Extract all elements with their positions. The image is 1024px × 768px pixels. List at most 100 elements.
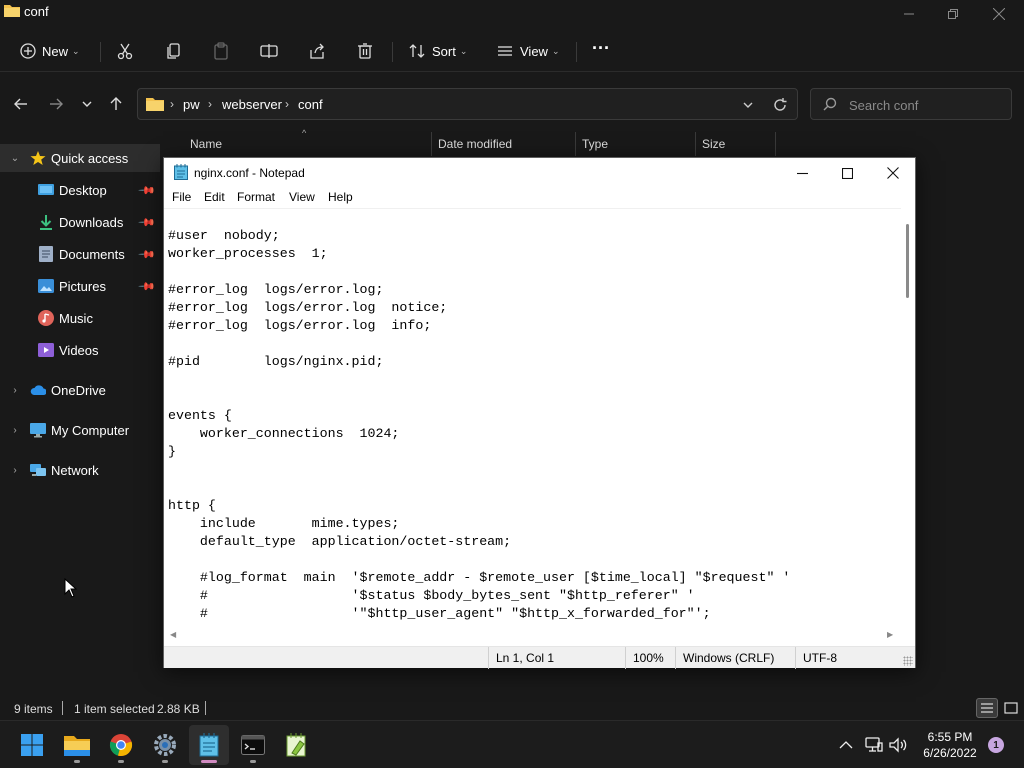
taskbar-chrome[interactable] bbox=[101, 725, 141, 765]
breadcrumb-webserver[interactable]: webserver bbox=[222, 97, 282, 112]
sidebar-item-documents[interactable]: Documents 📌 bbox=[0, 240, 160, 268]
running-indicator bbox=[162, 760, 168, 763]
breadcrumb-pw[interactable]: pw bbox=[183, 97, 200, 112]
column-header-type[interactable]: Type bbox=[576, 132, 696, 156]
menu-edit[interactable]: Edit bbox=[204, 190, 225, 204]
search-input[interactable] bbox=[849, 95, 999, 115]
notification-badge[interactable]: 1 bbox=[988, 737, 1004, 753]
sidebar-item-downloads[interactable]: Downloads 📌 bbox=[0, 208, 160, 236]
breadcrumb-conf[interactable]: conf bbox=[298, 97, 323, 112]
wired-network-icon bbox=[865, 737, 883, 752]
column-header-size[interactable]: Size bbox=[696, 132, 776, 156]
notepad-menu-bar: File Edit Format View Help bbox=[164, 188, 915, 208]
pictures-icon bbox=[38, 278, 54, 294]
chrome-icon bbox=[109, 734, 133, 757]
sidebar-item-network[interactable]: › Network bbox=[0, 456, 160, 484]
volume-button[interactable] bbox=[888, 735, 908, 755]
sidebar-item-quick-access[interactable]: ⌄ Quick access bbox=[0, 144, 160, 172]
sidebar-item-label: Desktop bbox=[59, 182, 107, 198]
scroll-right-icon[interactable]: ▶ bbox=[887, 630, 893, 639]
view-button[interactable]: View ⌄ bbox=[496, 38, 560, 64]
paste-button[interactable] bbox=[212, 38, 230, 64]
chevron-down-icon[interactable]: ⌄ bbox=[8, 153, 22, 164]
clock-time: 6:55 PM bbox=[927, 730, 973, 744]
cut-button[interactable] bbox=[116, 38, 134, 64]
start-button[interactable] bbox=[12, 725, 52, 765]
chevron-right-icon: › bbox=[285, 97, 289, 111]
copy-icon bbox=[167, 43, 180, 59]
scroll-left-icon[interactable]: ◀ bbox=[170, 630, 176, 639]
taskbar-clock[interactable]: 6:55 PM 6/26/2022 bbox=[918, 729, 982, 761]
paste-icon bbox=[214, 42, 228, 60]
chevron-right-icon[interactable]: › bbox=[8, 425, 22, 436]
taskbar-terminal[interactable] bbox=[233, 725, 273, 765]
show-hidden-icons-button[interactable] bbox=[836, 735, 856, 755]
running-indicator bbox=[74, 760, 80, 763]
taskbar-file-explorer[interactable] bbox=[57, 725, 97, 765]
search-icon bbox=[823, 97, 837, 116]
address-bar[interactable]: › pw › webserver › conf bbox=[137, 88, 798, 120]
rename-button[interactable] bbox=[260, 38, 278, 64]
back-button[interactable] bbox=[9, 92, 33, 116]
column-header-name[interactable]: Name bbox=[184, 132, 432, 156]
notepad-text-area[interactable]: #user nobody; worker_processes 1; #error… bbox=[164, 208, 901, 628]
explorer-titlebar[interactable]: conf bbox=[0, 0, 1024, 28]
up-button[interactable] bbox=[104, 92, 128, 116]
sidebar-item-pictures[interactable]: Pictures 📌 bbox=[0, 272, 160, 300]
details-view-button[interactable] bbox=[976, 698, 998, 718]
close-icon bbox=[993, 8, 1005, 20]
refresh-button[interactable] bbox=[770, 95, 790, 115]
address-dropdown-button[interactable] bbox=[738, 95, 758, 115]
recent-locations-button[interactable] bbox=[75, 92, 99, 116]
sidebar-item-music[interactable]: Music bbox=[0, 304, 160, 332]
star-icon bbox=[30, 150, 46, 166]
resize-grip-icon[interactable] bbox=[903, 656, 913, 666]
taskbar-notepadpp[interactable] bbox=[277, 725, 317, 765]
menu-help[interactable]: Help bbox=[328, 190, 353, 204]
menu-format[interactable]: Format bbox=[237, 190, 275, 204]
notepad-maximize-button[interactable] bbox=[824, 158, 870, 188]
menu-view[interactable]: View bbox=[289, 190, 315, 204]
sidebar-item-onedrive[interactable]: › OneDrive bbox=[0, 376, 160, 404]
minimize-button[interactable] bbox=[886, 0, 932, 28]
computer-icon bbox=[30, 422, 46, 438]
sidebar-item-label: Music bbox=[59, 310, 93, 326]
speaker-icon bbox=[889, 737, 907, 753]
delete-button[interactable] bbox=[356, 38, 374, 64]
more-options-button[interactable]: ··· bbox=[592, 35, 610, 61]
share-button[interactable] bbox=[308, 38, 326, 64]
pin-icon: 📌 bbox=[137, 181, 156, 200]
network-status-button[interactable] bbox=[864, 735, 884, 755]
forward-button[interactable] bbox=[44, 92, 68, 116]
sidebar-item-my-computer[interactable]: › My Computer bbox=[0, 416, 160, 444]
taskbar-notepad[interactable] bbox=[189, 725, 229, 765]
close-button[interactable] bbox=[976, 0, 1022, 28]
sort-button[interactable]: Sort ⌄ bbox=[408, 38, 467, 64]
explorer-status-bar: 9 items 1 item selected 2.88 KB bbox=[0, 698, 1024, 720]
restore-button[interactable] bbox=[930, 0, 976, 28]
divider bbox=[62, 701, 63, 715]
taskbar-settings[interactable] bbox=[145, 725, 185, 765]
more-icon: ··· bbox=[592, 37, 610, 58]
notepad-titlebar[interactable]: nginx.conf - Notepad bbox=[164, 158, 915, 188]
horizontal-scrollbar[interactable]: ◀ ▶ bbox=[164, 628, 901, 642]
videos-icon bbox=[38, 342, 54, 358]
chevron-down-icon bbox=[743, 102, 753, 108]
copy-button[interactable] bbox=[165, 38, 183, 64]
sidebar-item-videos[interactable]: Videos bbox=[0, 336, 160, 364]
notepad-close-button[interactable] bbox=[870, 158, 916, 188]
restore-icon bbox=[948, 9, 958, 19]
notepad-window: nginx.conf - Notepad File Edit Format Vi… bbox=[163, 157, 916, 669]
chevron-right-icon[interactable]: › bbox=[8, 465, 22, 476]
scrollbar-thumb[interactable] bbox=[906, 224, 909, 298]
column-header-date-modified[interactable]: Date modified bbox=[432, 132, 576, 156]
vertical-scrollbar[interactable] bbox=[901, 208, 915, 628]
minimize-icon bbox=[904, 13, 914, 15]
new-button[interactable]: New ⌄ bbox=[20, 38, 80, 64]
notepad-minimize-button[interactable] bbox=[779, 158, 825, 188]
chevron-right-icon[interactable]: › bbox=[8, 385, 22, 396]
menu-file[interactable]: File bbox=[172, 190, 191, 204]
divider bbox=[100, 42, 101, 62]
sidebar-item-desktop[interactable]: Desktop 📌 bbox=[0, 176, 160, 204]
tiles-view-button[interactable] bbox=[1000, 698, 1022, 718]
